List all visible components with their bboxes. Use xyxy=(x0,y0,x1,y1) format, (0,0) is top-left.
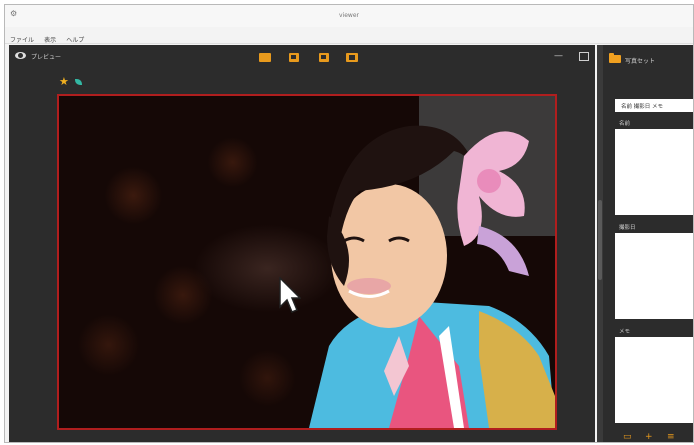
maximize-button[interactable] xyxy=(579,52,589,61)
fit-screen-icon[interactable] xyxy=(346,53,358,62)
menu-file[interactable]: ファイル xyxy=(10,35,34,44)
list-icon[interactable]: ≡ xyxy=(667,433,675,442)
menu-view[interactable]: 表示 xyxy=(44,35,56,44)
preview-pane: プレビュー — ★ xyxy=(9,45,595,442)
panel-title: 写真セット xyxy=(625,58,656,65)
app-window: ⚙ viewer ファイル 表示 ヘルプ プレビュー — ★ 写真セット 名前 … xyxy=(4,4,694,443)
title-bar: ⚙ viewer xyxy=(5,5,693,27)
minimize-button[interactable]: — xyxy=(554,52,564,61)
section-label-date: 撮影日 xyxy=(619,225,636,231)
preview-photo[interactable] xyxy=(57,94,557,430)
section-label-name: 名前 xyxy=(619,121,631,127)
photo-set-panel: 写真セット 名前 撮影日 メモ 名前 撮影日 メモ ▭ + ≡ xyxy=(603,45,693,442)
name-field[interactable] xyxy=(615,129,693,215)
window-title: viewer xyxy=(339,12,359,19)
preview-title: プレビュー xyxy=(31,54,62,61)
star-icon[interactable]: ★ xyxy=(59,76,69,87)
rotate-left-icon[interactable] xyxy=(289,53,299,62)
memo-field[interactable] xyxy=(615,337,693,423)
mouse-cursor-icon xyxy=(279,277,301,313)
rotate-right-icon[interactable] xyxy=(319,53,329,62)
add-icon[interactable]: + xyxy=(645,433,653,442)
grid-view-icon[interactable] xyxy=(259,53,271,62)
menu-bar: ファイル 表示 ヘルプ xyxy=(5,27,693,44)
date-field[interactable] xyxy=(615,233,693,319)
folder-icon xyxy=(609,53,621,63)
search-field[interactable]: 名前 撮影日 メモ xyxy=(615,99,693,112)
section-label-memo: メモ xyxy=(619,329,631,335)
menu-help[interactable]: ヘルプ xyxy=(66,35,84,44)
camera-icon[interactable]: ▭ xyxy=(623,433,632,442)
leaf-icon[interactable] xyxy=(75,79,82,85)
preview-header: プレビュー — xyxy=(9,45,595,67)
eye-icon xyxy=(15,52,26,59)
portrait-image xyxy=(309,96,555,428)
